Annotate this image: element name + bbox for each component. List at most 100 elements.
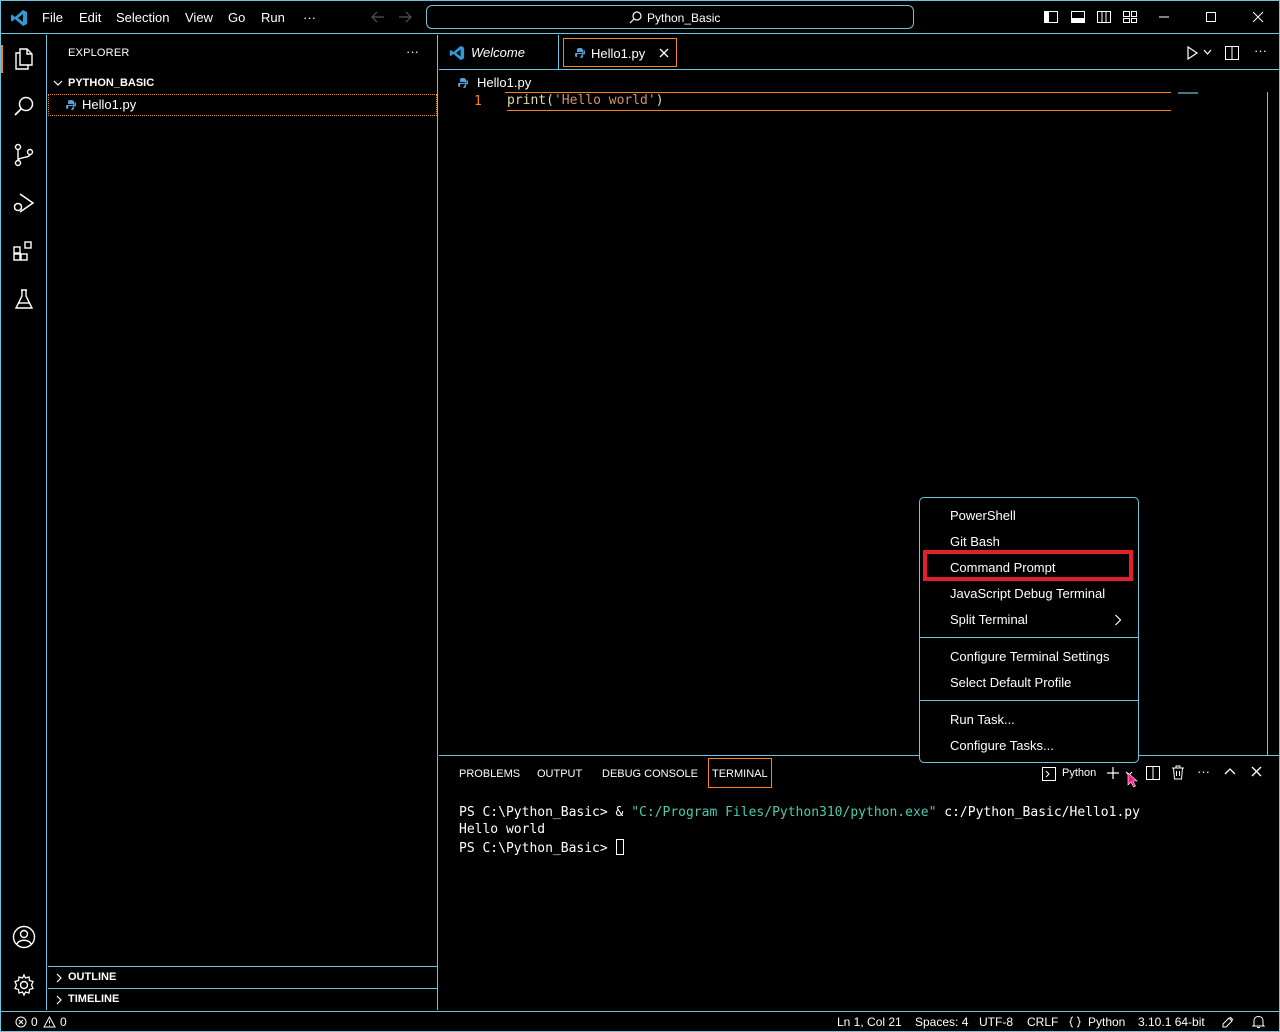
terminal-instance[interactable]: Python — [1042, 765, 1102, 783]
explorer-sidebar: EXPLORER ··· PYTHON_BASIC Hello1.py OUTL… — [48, 35, 438, 1010]
notifications-bell-icon[interactable] — [1252, 1015, 1265, 1029]
terminal-line-3[interactable]: PS C:\Python_Basic> — [459, 839, 624, 856]
terminal-arg: c:/Python_Basic/Hello1.py — [936, 805, 1140, 820]
menu-selection[interactable]: Selection — [116, 10, 169, 25]
menu-edit[interactable]: Edit — [79, 10, 101, 25]
split-terminal-icon[interactable] — [1146, 766, 1160, 780]
indentation[interactable]: Spaces: 4 — [915, 1015, 968, 1029]
extensions-icon[interactable] — [12, 239, 36, 263]
toggle-panel-icon[interactable] — [1070, 9, 1086, 25]
run-python-file-icon[interactable] — [1185, 46, 1199, 60]
menu-item-split-terminal[interactable]: Split Terminal — [950, 612, 1028, 627]
close-panel-icon[interactable] — [1251, 766, 1262, 777]
menu-view[interactable]: View — [185, 10, 213, 25]
menu-item-configure-terminal-settings[interactable]: Configure Terminal Settings — [950, 649, 1109, 664]
code-line-1[interactable]: print('Hello world') — [507, 92, 1171, 111]
customize-layout-icon[interactable] — [1122, 9, 1138, 25]
maximize-panel-chevron-up-icon[interactable] — [1224, 767, 1236, 775]
panel-tab-debug-console[interactable]: DEBUG CONSOLE — [602, 768, 698, 780]
command-center-search[interactable]: Python_Basic — [426, 5, 914, 29]
menu-item-run-task[interactable]: Run Task... — [950, 712, 1015, 727]
command-prompt-highlight — [923, 550, 1133, 581]
explorer-files-icon[interactable] — [12, 47, 36, 71]
menu-go[interactable]: Go — [228, 10, 245, 25]
python-file-icon — [575, 48, 585, 58]
title-bar: File Edit Selection View Go Run ··· Pyth… — [1, 1, 1279, 34]
accounts-icon[interactable] — [12, 925, 36, 949]
terminal-name: Python — [1062, 767, 1097, 779]
tab-welcome[interactable]: Welcome — [439, 35, 559, 70]
panel-tab-problems[interactable]: PROBLEMS — [459, 768, 520, 780]
forward-arrow-icon[interactable] — [398, 11, 412, 23]
file-hello1-py[interactable]: Hello1.py — [48, 94, 437, 116]
split-editor-icon[interactable] — [1224, 45, 1240, 61]
feedback-icon[interactable] — [1221, 1015, 1235, 1029]
breadcrumb[interactable]: Hello1.py — [457, 75, 531, 90]
command-center-label: Python_Basic — [647, 11, 721, 25]
terminal-prompt-1: PS C:\Python_Basic> & — [459, 805, 632, 820]
encoding[interactable]: UTF-8 — [979, 1015, 1013, 1029]
file-label: Hello1.py — [82, 97, 137, 112]
timeline-section[interactable]: TIMELINE — [48, 988, 438, 1010]
toggle-secondary-sidebar-icon[interactable] — [1096, 9, 1112, 25]
folder-python-basic[interactable]: PYTHON_BASIC — [48, 72, 438, 94]
vscode-logo-icon — [449, 45, 465, 61]
close-tab-icon[interactable] — [659, 48, 669, 58]
kill-terminal-trash-icon[interactable] — [1171, 765, 1185, 780]
menu-item-configure-tasks[interactable]: Configure Tasks... — [950, 738, 1054, 753]
maximize-icon[interactable] — [1203, 9, 1219, 25]
outline-section[interactable]: OUTLINE — [48, 966, 438, 988]
menu-item-git-bash[interactable]: Git Bash — [950, 534, 1000, 549]
activity-bar — [1, 35, 47, 1010]
menu-separator — [920, 700, 1138, 701]
python-interpreter[interactable]: 3.10.1 64-bit — [1138, 1015, 1205, 1029]
chevron-down-icon — [53, 80, 63, 86]
cursor-position[interactable]: Ln 1, Col 21 — [837, 1015, 902, 1029]
python-file-icon — [66, 100, 76, 110]
timeline-label: TIMELINE — [68, 993, 120, 1005]
run-debug-icon[interactable] — [12, 191, 36, 215]
new-terminal-plus-icon[interactable] — [1106, 766, 1120, 780]
menu-item-powershell[interactable]: PowerShell — [950, 508, 1016, 523]
testing-flask-icon[interactable] — [12, 287, 36, 311]
problems-status[interactable]: 0 0 — [15, 1015, 75, 1029]
code-close: ) — [655, 93, 664, 108]
search-activity-icon[interactable] — [12, 95, 36, 119]
menu-item-select-default-profile[interactable]: Select Default Profile — [950, 675, 1071, 690]
terminal-line-2: Hello world — [459, 822, 546, 837]
editor-more-actions[interactable]: ··· — [1254, 43, 1267, 58]
search-icon — [629, 11, 642, 24]
explorer-more-actions[interactable]: ··· — [406, 44, 419, 59]
panel-more-actions[interactable]: ··· — [1197, 764, 1210, 779]
menu-item-js-debug-terminal[interactable]: JavaScript Debug Terminal — [950, 586, 1105, 601]
menu-more[interactable]: ··· — [303, 10, 316, 25]
panel-tab-output[interactable]: OUTPUT — [537, 768, 582, 780]
minimap-slider[interactable] — [1178, 92, 1198, 94]
terminal-profile-menu: PowerShell Git Bash Command Prompt JavaS… — [919, 497, 1139, 763]
warning-icon — [43, 1016, 56, 1028]
minimize-icon[interactable] — [1156, 9, 1172, 25]
status-bar: 0 0 Ln 1, Col 21 Spaces: 4 UTF-8 CRLF Py… — [1, 1011, 1279, 1031]
menu-file[interactable]: File — [42, 10, 63, 25]
chevron-down-icon[interactable] — [1203, 49, 1212, 56]
tab-hello1-py[interactable]: Hello1.py — [563, 38, 677, 67]
terminal-python-path: "C:/Program Files/Python310/python.exe" — [631, 805, 937, 820]
breadcrumb-file: Hello1.py — [477, 75, 532, 90]
manage-gear-icon[interactable] — [12, 973, 36, 997]
folder-label: PYTHON_BASIC — [68, 77, 155, 89]
bottom-panel: PROBLEMS OUTPUT DEBUG CONSOLE TERMINAL P… — [439, 755, 1279, 1010]
tab-welcome-label: Welcome — [471, 45, 525, 60]
mouse-cursor-icon — [1127, 772, 1138, 788]
end-of-line[interactable]: CRLF — [1027, 1015, 1058, 1029]
panel-tab-terminal[interactable]: TERMINAL — [708, 758, 772, 788]
vscode-logo-icon — [11, 10, 27, 26]
source-control-icon[interactable] — [12, 143, 36, 167]
chevron-right-icon — [56, 995, 62, 1005]
back-arrow-icon[interactable] — [371, 11, 385, 23]
language-mode[interactable]: Python — [1088, 1015, 1125, 1029]
menu-run[interactable]: Run — [261, 10, 285, 25]
code-fn: print( — [507, 93, 554, 108]
editor-scrollbar-edge — [1267, 92, 1268, 755]
toggle-primary-sidebar-icon[interactable] — [1043, 9, 1059, 25]
close-window-icon[interactable] — [1250, 9, 1266, 25]
